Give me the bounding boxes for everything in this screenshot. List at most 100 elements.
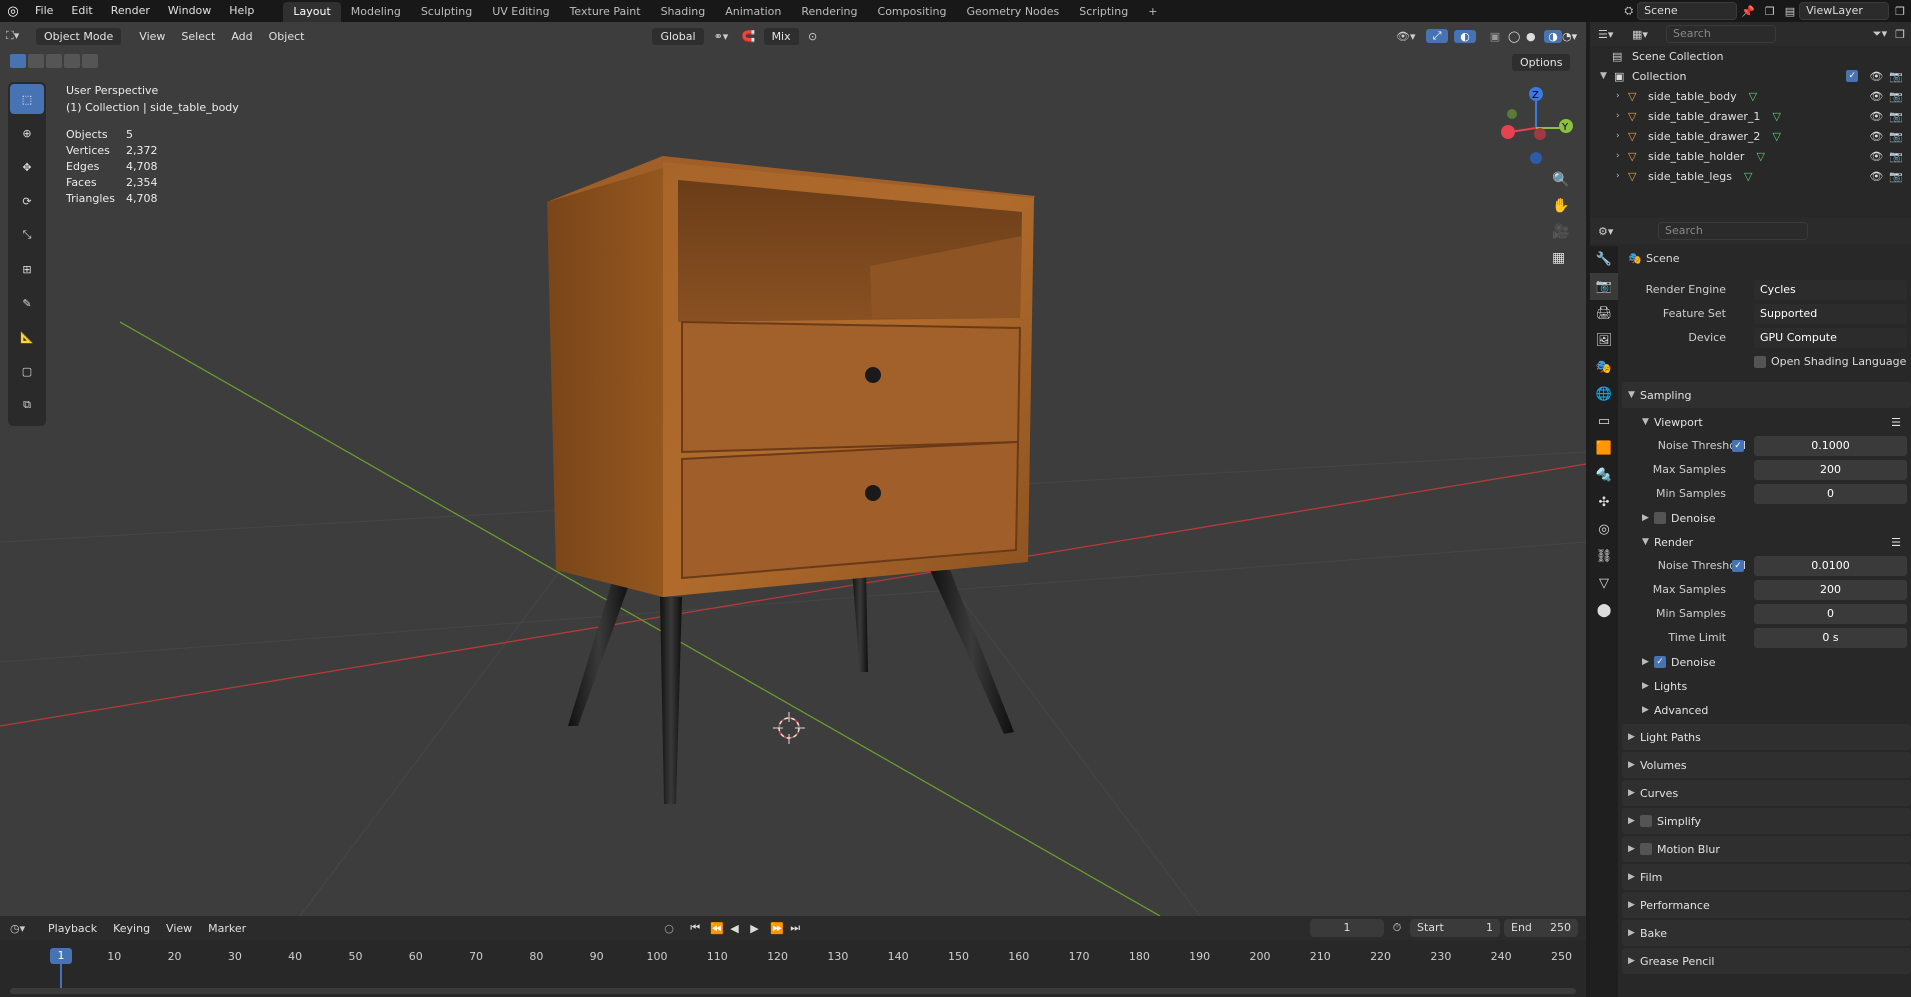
annotate-icon[interactable]: ✎	[10, 288, 44, 318]
render-camera-icon[interactable]: 📷	[1889, 130, 1903, 143]
scene-tab-icon[interactable]: 🎭	[1590, 354, 1618, 381]
menu-render[interactable]: Render	[102, 0, 159, 22]
outliner-object-row[interactable]: › ▽ side_table_body ▽ 👁 📷	[1590, 86, 1911, 106]
pan-hand-icon[interactable]: ✋	[1552, 198, 1569, 214]
jump-keyframe-forward-icon[interactable]: ⏩	[770, 922, 790, 935]
r-time-field[interactable]: 0 s	[1754, 628, 1907, 648]
viewport-subpanel[interactable]: ▼ Viewport ☰	[1622, 410, 1911, 434]
r-min-field[interactable]: 0	[1754, 604, 1907, 624]
gizmo-toggle-icon[interactable]: ⤢	[1426, 29, 1448, 43]
panel-volumes[interactable]: ▶ Volumes	[1622, 752, 1911, 778]
camera-view-icon[interactable]: 🎥	[1552, 224, 1569, 240]
exclude-checkbox[interactable]: ✓	[1846, 69, 1859, 82]
render-camera-icon[interactable]: 📷	[1889, 110, 1903, 123]
expand-chevron-icon[interactable]: ›	[1616, 151, 1628, 161]
editor-type-icon[interactable]: ⛶▾	[6, 29, 36, 43]
play-reverse-icon[interactable]: ◀	[730, 922, 750, 935]
device-dropdown[interactable]: GPU Compute	[1754, 328, 1907, 348]
properties-editor-icon[interactable]: ⚙▾	[1598, 225, 1658, 238]
tool-tab-icon[interactable]: 🔧	[1590, 246, 1618, 273]
select-new-icon[interactable]	[10, 54, 26, 68]
snap-icon[interactable]: 🧲	[742, 30, 764, 43]
eye-icon[interactable]: 👁	[1869, 130, 1883, 143]
menu-view[interactable]: View	[131, 30, 173, 43]
modifier-tab-icon[interactable]: 🔩	[1590, 462, 1618, 489]
menu-playback[interactable]: Playback	[40, 922, 105, 935]
physics-tab-icon[interactable]: ◎	[1590, 516, 1618, 543]
tab-scripting[interactable]: Scripting	[1069, 2, 1138, 22]
render-camera-icon[interactable]: 📷	[1889, 170, 1903, 183]
current-frame-field[interactable]: 1	[1310, 919, 1384, 937]
timeline-scrollbar[interactable]	[10, 988, 1576, 994]
panel-simplify[interactable]: ▶ Simplify	[1622, 808, 1911, 834]
snap-selector[interactable]: Mix	[763, 27, 799, 45]
record-icon[interactable]: ○	[664, 922, 690, 935]
r-noise-checkbox[interactable]: ✓	[1732, 560, 1744, 572]
panel-film[interactable]: ▶ Film	[1622, 864, 1911, 890]
eye-icon[interactable]: 👁	[1869, 70, 1883, 83]
scale-icon[interactable]: ⤡	[10, 220, 44, 250]
options-dropdown[interactable]: Options	[1512, 54, 1571, 71]
tab-shading[interactable]: Shading	[651, 2, 716, 22]
world-tab-icon[interactable]: 🌐	[1590, 381, 1618, 408]
panel-checkbox[interactable]	[1640, 843, 1652, 855]
vp-min-field[interactable]: 0	[1754, 484, 1907, 504]
timeline[interactable]: ◷▾ Playback Keying View Marker ○ ⏮ ⏪ ◀ ▶…	[0, 916, 1586, 997]
feature-set-dropdown[interactable]: Supported	[1754, 304, 1907, 324]
render-camera-icon[interactable]: 📷	[1889, 70, 1903, 83]
scene-collection-row[interactable]: ▤ Scene Collection	[1590, 46, 1911, 66]
tab-animation[interactable]: Animation	[715, 2, 791, 22]
jump-start-icon[interactable]: ⏮	[690, 921, 710, 935]
r-max-field[interactable]: 200	[1754, 580, 1907, 600]
material-tab-icon[interactable]: ⬤	[1590, 597, 1618, 624]
shading-wireframe-icon[interactable]: ◯	[1508, 30, 1526, 43]
osl-row[interactable]: Open Shading Language	[1622, 350, 1911, 374]
outliner-object-row[interactable]: › ▽ side_table_drawer_2 ▽ 👁 📷	[1590, 126, 1911, 146]
outliner-object-row[interactable]: › ▽ side_table_drawer_1 ▽ 👁 📷	[1590, 106, 1911, 126]
jump-end-icon[interactable]: ⏭	[790, 921, 810, 935]
pin-icon[interactable]: 📌	[1737, 5, 1759, 18]
vp-noise-checkbox[interactable]: ✓	[1732, 440, 1744, 452]
navigation-gizmo[interactable]: Z Y	[1496, 80, 1576, 168]
new-viewlayer-icon[interactable]: ❐	[1889, 5, 1911, 18]
vp-max-field[interactable]: 200	[1754, 460, 1907, 480]
render-camera-icon[interactable]: 📷	[1889, 90, 1903, 103]
select-invert-icon[interactable]	[64, 54, 80, 68]
panel-motion-blur[interactable]: ▶ Motion Blur	[1622, 836, 1911, 862]
menu-edit[interactable]: Edit	[62, 0, 101, 22]
list-icon[interactable]: ☰	[1891, 416, 1911, 429]
vp-noise-field[interactable]: 0.1000	[1754, 436, 1907, 456]
outliner-search[interactable]: Search	[1666, 25, 1776, 43]
new-collection-icon[interactable]: ❐	[1895, 28, 1911, 41]
viewlayer-icon[interactable]: ▤	[1781, 5, 1799, 18]
render-tab-icon[interactable]: 📷	[1590, 273, 1618, 300]
add-workspace-icon[interactable]: +	[1138, 2, 1167, 22]
eye-icon[interactable]: 👁	[1869, 150, 1883, 163]
select-box-icon[interactable]: ⬚	[10, 84, 44, 114]
stopwatch-icon[interactable]: ⏱	[1384, 921, 1410, 935]
xray-icon[interactable]: ▣	[1482, 30, 1508, 43]
add-object-icon[interactable]: ⧉	[10, 390, 44, 420]
panel-checkbox[interactable]	[1640, 815, 1652, 827]
object-tab-icon[interactable]: 🟧	[1590, 435, 1618, 462]
output-tab-icon[interactable]: 🖨	[1590, 300, 1618, 327]
tab-sculpting[interactable]: Sculpting	[411, 2, 482, 22]
tab-compositing[interactable]: Compositing	[868, 2, 957, 22]
cursor-icon[interactable]: ⊕	[10, 118, 44, 148]
visibility-icon[interactable]: 👁▾	[1396, 30, 1426, 43]
sampling-panel[interactable]: ▼ Sampling	[1622, 382, 1911, 408]
outliner-object-row[interactable]: › ▽ side_table_holder ▽ 👁 📷	[1590, 146, 1911, 166]
mode-selector[interactable]: Object Mode	[36, 27, 122, 45]
expand-chevron-icon[interactable]: ›	[1616, 131, 1628, 141]
new-scene-icon[interactable]: ❐	[1759, 5, 1781, 18]
properties-editor[interactable]: ⚙▾ Search 🔧 📷 🖨 🖼 🎭 🌐 ▭ 🟧 🔩 ✣ ◎ ⛓ ▽ ⬤ 🎭 …	[1590, 218, 1911, 997]
panel-curves[interactable]: ▶ Curves	[1622, 780, 1911, 806]
menu-marker[interactable]: Marker	[200, 922, 254, 935]
panel-grease-pencil[interactable]: ▶ Grease Pencil	[1622, 948, 1911, 974]
frame-ruler[interactable]: 1102030405060708090100110120130140150160…	[0, 942, 1586, 997]
zoom-icon[interactable]: 🔍	[1552, 172, 1569, 188]
tab-modeling[interactable]: Modeling	[341, 2, 411, 22]
orientation-selector[interactable]: Global	[652, 27, 704, 45]
filter-icon[interactable]: ⏷▾	[1873, 27, 1895, 41]
tab-texture-paint[interactable]: Texture Paint	[560, 2, 651, 22]
